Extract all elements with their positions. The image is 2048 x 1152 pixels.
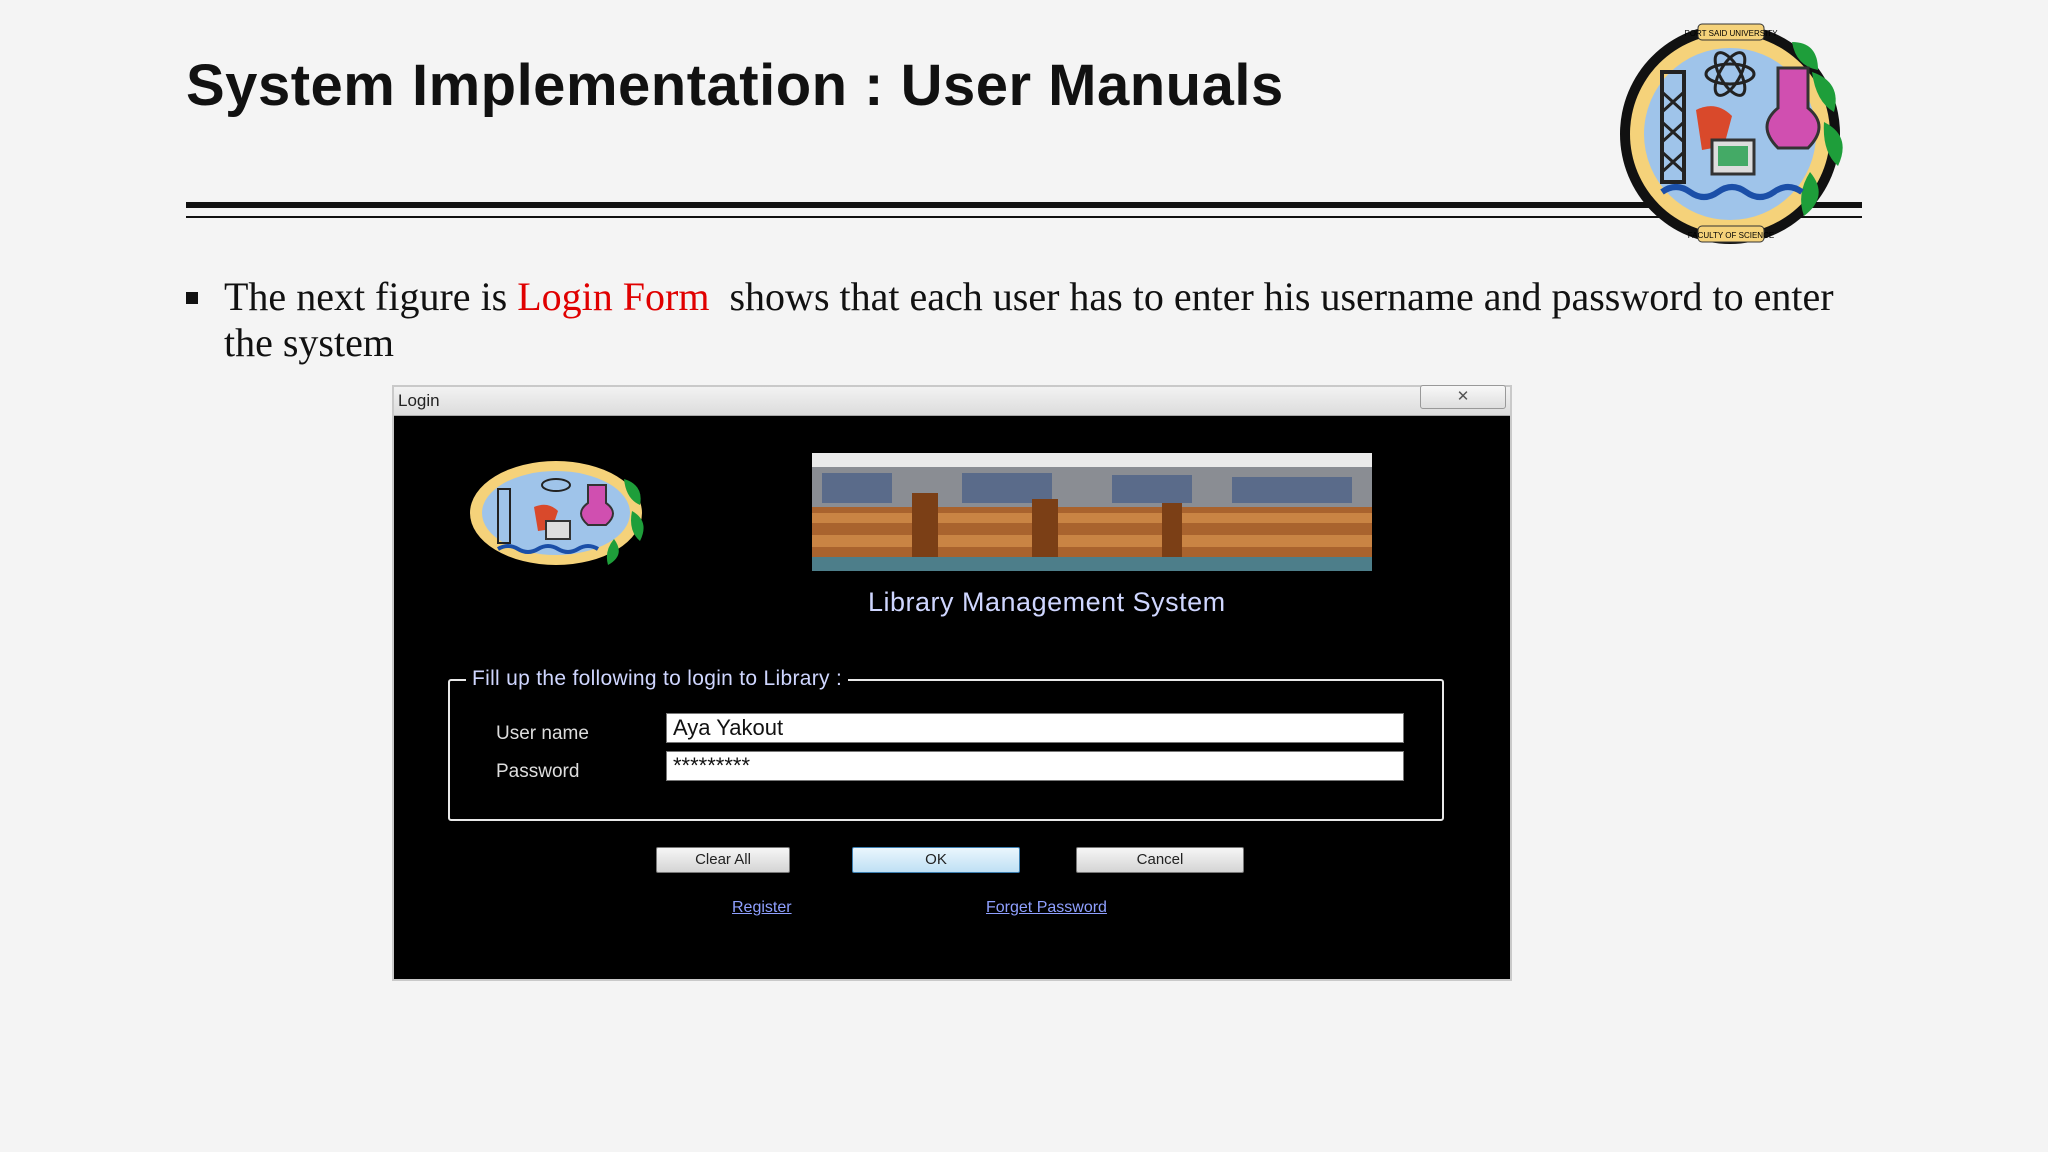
register-link[interactable]: Register xyxy=(732,899,792,917)
login-group: Fill up the following to login to Librar… xyxy=(448,667,1444,821)
password-label: Password xyxy=(496,761,580,782)
username-input[interactable]: Aya Yakout xyxy=(666,713,1404,743)
login-dialog: Login ✕ Library Management System Fill u… xyxy=(392,385,1512,981)
library-banner-image xyxy=(812,453,1372,571)
faculty-logo-small xyxy=(470,461,644,565)
cancel-button[interactable]: Cancel xyxy=(1076,847,1244,873)
group-legend: Fill up the following to login to Librar… xyxy=(466,667,849,691)
slide-title: System Implementation : User Manuals xyxy=(186,53,1284,118)
dialog-titlebar: Login ✕ xyxy=(394,385,1510,416)
bullet-text: The next figure is Login Form shows that… xyxy=(224,274,1864,366)
ok-button[interactable]: OK xyxy=(852,847,1020,873)
logo-bottom-text: FACULTY OF SCIENCE xyxy=(1688,231,1774,240)
system-name: Library Management System xyxy=(868,587,1226,617)
close-icon[interactable]: ✕ xyxy=(1420,385,1506,409)
bullet-highlight: Login Form xyxy=(517,274,710,319)
logo-top-text: PORT SAID UNIVERSITY xyxy=(1684,29,1778,38)
clear-all-button[interactable]: Clear All xyxy=(656,847,790,873)
username-label: User name xyxy=(496,723,589,744)
bullet-pre: The next figure is xyxy=(224,274,518,319)
bullet-square-icon xyxy=(186,292,198,304)
dialog-title: Login xyxy=(398,391,440,410)
forget-password-link[interactable]: Forget Password xyxy=(986,899,1107,917)
faculty-logo: PORT SAID UNIVERSITY FACULTY OF SCIENCE xyxy=(1620,23,1843,244)
password-input[interactable]: ********* xyxy=(666,751,1404,781)
